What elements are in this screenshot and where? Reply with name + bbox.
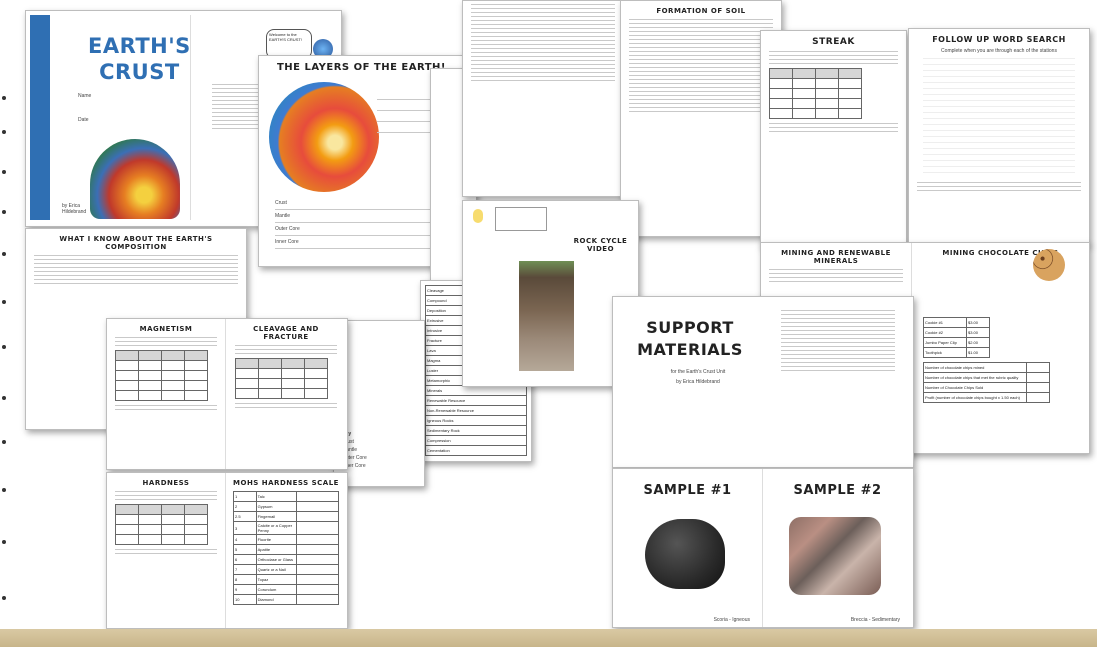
word-search-grid [923, 58, 1075, 178]
vocab-word: Minerals [425, 385, 527, 396]
chips-price-table: Cookie #1 $3.00 Cookie #2 $3.00 Jumbo Pape… [923, 317, 990, 358]
earth-layers-diagram [269, 82, 379, 192]
support-subtitle: for the Earth's Crust Unit [670, 369, 726, 375]
breccia-rock-photo [789, 517, 881, 595]
sample1-caption: Scoria - Igneous [713, 617, 750, 623]
streak-table [769, 68, 862, 119]
cover-title: EARTH'S CRUST [88, 33, 191, 85]
key-item: Crust [342, 439, 416, 445]
cleavage-title: Cleavage and Fracture [253, 325, 319, 341]
hardness-mohs-sheet: Hardness Mohs Hardness Scale 1 Talc 2 Gyps… [106, 472, 348, 629]
cleavage-table [235, 358, 328, 399]
vocab-word: Compression [425, 435, 527, 446]
earth-globe-image [90, 139, 180, 219]
sample1-label: Sample #1 [643, 483, 732, 498]
floor-background [0, 629, 1097, 647]
vocab-word: Non-Renewable Resource [425, 405, 527, 416]
streak-title: Streak [812, 37, 855, 47]
what-i-know-title: What I know about the Earth's Compositio… [59, 235, 213, 251]
support-author: by Erica Hildebrand [676, 379, 720, 385]
mohs-title: Mohs Hardness Scale [233, 479, 339, 487]
layer-label-outer-core: Outer Core [275, 226, 300, 232]
support-materials-sheet: Support Materials for the Earth's Crust … [612, 296, 914, 468]
vocab-word: Renewable Resource [425, 395, 527, 406]
cover-blue-band [30, 15, 50, 220]
mining-left-title: Mining and Renewable Minerals [781, 249, 891, 265]
chips-results-table: Number of chocolate chips mined Number o… [923, 362, 1050, 403]
support-title: Support Materials [637, 318, 743, 359]
key-title: Key [342, 431, 416, 437]
cover-title-line1: EARTH'S [88, 34, 191, 58]
scoria-rock-photo [645, 519, 725, 589]
date-label: Date [78, 117, 89, 123]
samples-sheet: Sample #1 Scoria - Igneous Sample #2 Bre… [612, 468, 914, 628]
layer-label-inner-core: Inner Core [275, 239, 299, 245]
rock-cycle-title: Rock Cycle Video [573, 237, 628, 253]
soil-layers-image [519, 261, 574, 371]
formation-title: Formation of Soil [656, 7, 746, 15]
word-search-sheet: Follow Up Word Search Complete when you … [908, 28, 1090, 245]
sample2-caption: Breccia - Sedimentary [850, 617, 900, 623]
mohs-table: 1 Talc 2 Gypsum 2.5 Fingernail 3 Calcite or … [233, 491, 339, 605]
formation-soil-sheet: Formation of Soil [620, 0, 782, 237]
hardness-table [115, 504, 208, 545]
key-item: Outer Core [342, 455, 367, 461]
vocab-word: Sedimentary Rock [425, 425, 527, 436]
cover-title-line2: CRUST [99, 60, 180, 84]
cover-author: by Erica Hildebrand [62, 203, 87, 215]
layer-label-crust: Crust [275, 200, 287, 206]
magnetism-table [115, 350, 208, 401]
layer-label-mantle: Mantle [275, 213, 291, 219]
magnetism-title: Magnetism [139, 325, 193, 333]
vocab-word: Igneous Rocks [425, 415, 527, 426]
magnetism-cleavage-sheet: Magnetism Cleavage and Fracture [106, 318, 348, 470]
hardness-title: Hardness [142, 479, 190, 487]
vocab-word: Cementation [425, 445, 527, 456]
sample2-label: Sample #2 [793, 483, 882, 498]
name-label: Name [78, 93, 92, 99]
cookie-image [1033, 249, 1065, 281]
questions-sheet [462, 0, 624, 197]
key-item: Mantle [342, 447, 358, 453]
word-search-subtitle: Complete when you are through each of th… [941, 48, 1057, 54]
word-search-title: Follow Up Word Search [932, 35, 1066, 44]
lightbulb-icon [473, 209, 483, 223]
key-item: Inner Core [342, 463, 366, 469]
streak-sheet: Streak [760, 30, 907, 247]
